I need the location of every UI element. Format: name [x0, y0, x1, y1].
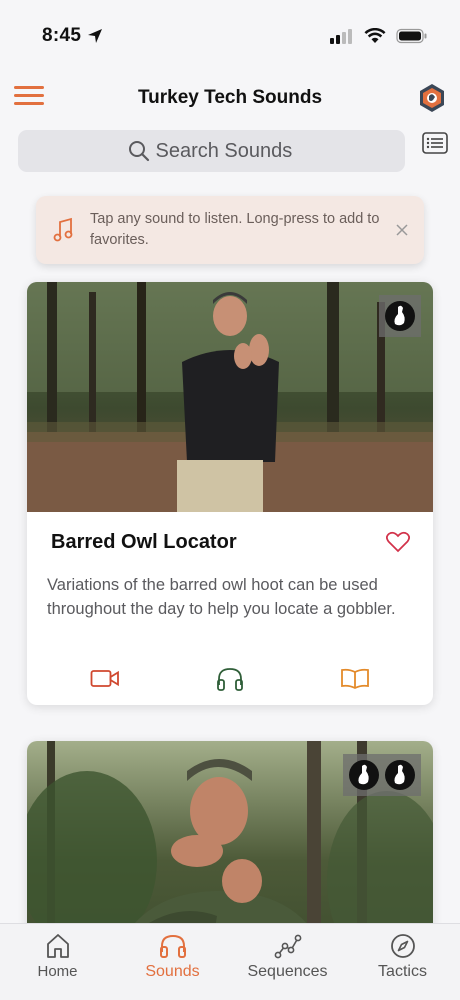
wifi-icon — [364, 28, 386, 43]
tab-label: Home — [37, 963, 78, 980]
video-button[interactable] — [89, 665, 121, 693]
forest-scene-image — [27, 282, 433, 512]
battery-icon — [396, 28, 427, 44]
headphones-icon — [159, 934, 186, 958]
bottom-tab-bar: Home Sounds Sequences Tactics — [0, 923, 460, 1000]
app-header: Turkey Tech Sounds — [0, 78, 460, 118]
tab-label: Tactics — [378, 963, 427, 980]
music-note-icon — [53, 217, 73, 242]
tab-label: Sequences — [247, 963, 328, 980]
sound-type-badge — [379, 295, 421, 337]
sequence-graph-icon — [274, 934, 301, 959]
tab-tactics[interactable]: Tactics — [353, 932, 453, 1000]
card-body: Barred Owl Locator Variations of the bar… — [27, 512, 433, 621]
compass-icon — [390, 934, 415, 958]
cellular-signal-icon — [330, 29, 352, 44]
hamburger-menu-icon[interactable] — [14, 86, 44, 110]
tip-banner: Tap any sound to listen. Long-press to a… — [36, 196, 424, 264]
location-arrow-icon — [88, 29, 103, 43]
tab-label: Sounds — [145, 963, 200, 980]
listen-button[interactable] — [214, 665, 246, 693]
turkey-hen-icon — [349, 760, 379, 790]
status-right — [330, 28, 428, 44]
turkey-hen-icon — [385, 301, 415, 331]
search-row — [18, 130, 448, 172]
open-book-icon — [340, 668, 369, 690]
search-input[interactable] — [155, 139, 296, 163]
heart-icon[interactable] — [385, 530, 411, 554]
read-button[interactable] — [339, 665, 371, 693]
headphones-icon — [217, 668, 243, 691]
sound-type-badge — [343, 754, 421, 796]
card-title: Barred Owl Locator — [51, 530, 237, 553]
app-logo-icon[interactable] — [418, 83, 446, 113]
search-bar[interactable] — [18, 130, 405, 172]
status-left: 8:45 — [42, 25, 103, 47]
close-icon[interactable] — [392, 220, 412, 240]
search-icon — [128, 141, 149, 162]
tab-sounds[interactable]: Sounds — [123, 932, 223, 1000]
card-actions — [27, 665, 433, 693]
card-title-row: Barred Owl Locator — [47, 530, 411, 554]
turkey-hen-icon — [385, 760, 415, 790]
card-description: Variations of the barred owl hoot can be… — [47, 576, 396, 618]
home-icon — [46, 934, 69, 958]
tab-home[interactable]: Home — [8, 932, 108, 1000]
tip-text: Tap any sound to listen. Long-press to a… — [90, 211, 380, 248]
list-view-icon[interactable] — [422, 132, 448, 154]
status-bar: 8:45 — [0, 0, 460, 72]
video-camera-icon — [90, 670, 120, 687]
status-time: 8:45 — [42, 25, 82, 46]
tab-sequences[interactable]: Sequences — [238, 932, 338, 1000]
sound-card[interactable]: Barred Owl Locator Variations of the bar… — [27, 282, 433, 705]
sound-video-thumbnail[interactable] — [27, 282, 433, 512]
page-title: Turkey Tech Sounds — [137, 87, 323, 108]
